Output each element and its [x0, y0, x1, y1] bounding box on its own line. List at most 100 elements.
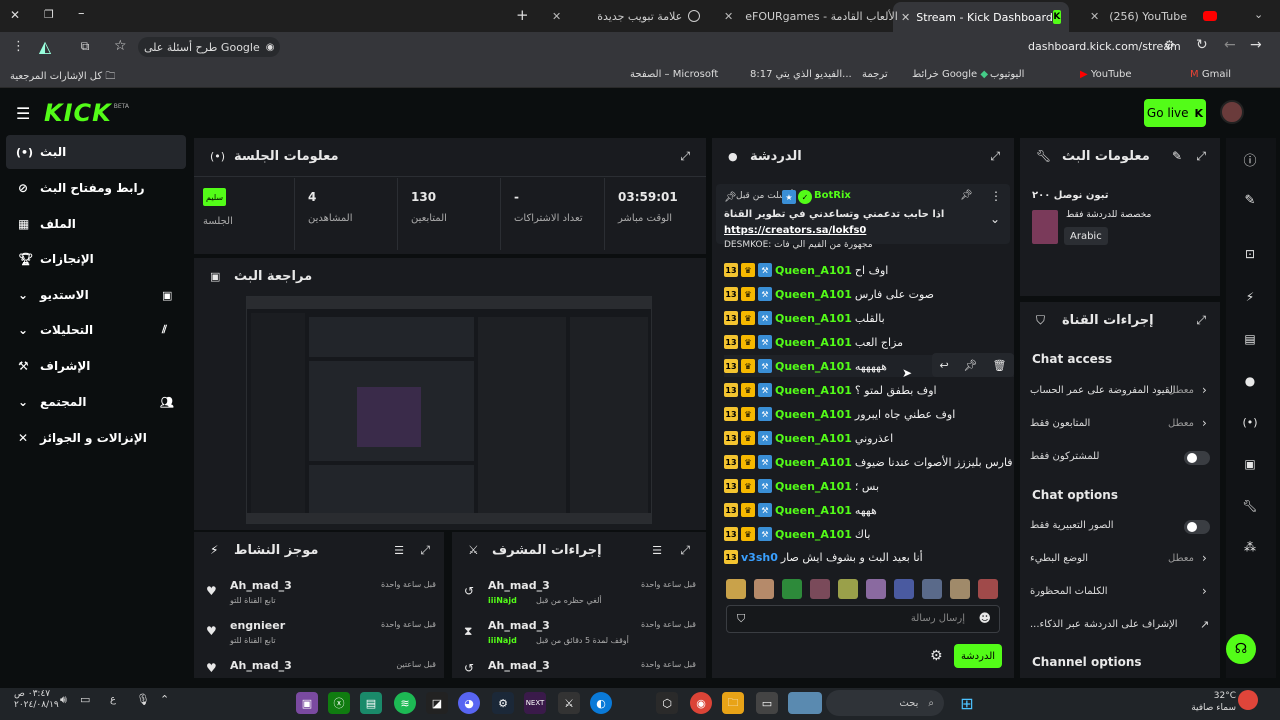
chat-username[interactable]: Queen_A101: [775, 432, 852, 445]
bookmark-star-icon[interactable]: ☆: [114, 38, 127, 54]
emote-icon[interactable]: [810, 579, 830, 599]
microphone-icon[interactable]: 🎙︎: [136, 693, 150, 706]
reload-icon[interactable]: ↻: [1196, 37, 1208, 53]
sidebar-item-analytics[interactable]: ⌄ التحليلات ⫽: [6, 313, 186, 347]
emote-icon[interactable]: [894, 579, 914, 599]
setting-row-account-age[interactable]: القيود المفروضة على عمر الحساب معطل ›: [1030, 383, 1214, 400]
chat-message[interactable]: 13 ♛ ⚒ Queen_A101 بالقلب: [724, 307, 1014, 329]
chat-message[interactable]: 13 ♛ ⚒ Queen_A101 مزاج العب: [724, 331, 1014, 353]
spotify-icon[interactable]: ≋: [394, 692, 416, 714]
chat-settings-icon[interactable]: ⚙: [930, 648, 943, 664]
emoji-icon[interactable]: ☻: [978, 611, 991, 625]
emote-icon[interactable]: [838, 579, 858, 599]
document-icon[interactable]: ▤: [1241, 330, 1259, 348]
avatar[interactable]: [1220, 100, 1244, 124]
edit-icon[interactable]: ✎: [1172, 149, 1182, 163]
taskbar-app-icon[interactable]: ◪: [426, 692, 448, 714]
emote-icon[interactable]: [978, 579, 998, 599]
xbox-icon[interactable]: ⓧ: [328, 692, 350, 714]
speaker-icon[interactable]: 🔊︎: [60, 693, 67, 707]
bookmark-maps[interactable]: خرائط Google ◆: [912, 69, 988, 80]
steam-icon[interactable]: ⚙: [492, 692, 514, 714]
reply-icon[interactable]: ↩: [939, 359, 948, 372]
chat-send-button[interactable]: الدردشة: [954, 644, 1002, 668]
next-app-icon[interactable]: NEXT: [524, 692, 546, 714]
emotes-only-toggle[interactable]: [1184, 520, 1210, 534]
chat-username[interactable]: Queen_A101: [775, 384, 852, 397]
sidebar-item-stream-key[interactable]: ⊘ رابط ومفتاح البث: [6, 171, 186, 205]
chat-username[interactable]: Queen_A101: [775, 408, 852, 421]
close-tab-icon[interactable]: ✕: [1090, 10, 1099, 23]
url-text[interactable]: dashboard.kick.com/stream: [1028, 40, 1181, 53]
expand-icon[interactable]: ⤢: [680, 149, 690, 164]
layout-icon[interactable]: ▣: [1241, 455, 1259, 473]
pinned-link[interactable]: https://creators.sa/lokfs0: [724, 225, 866, 236]
discord-icon[interactable]: ◕: [458, 692, 480, 714]
file-explorer-icon[interactable]: 🗀: [722, 692, 744, 714]
menu-dots-icon[interactable]: ⋮: [12, 39, 25, 54]
close-tab-icon[interactable]: ✕: [552, 10, 561, 23]
expand-icon[interactable]: ⤢: [1196, 313, 1206, 328]
chat-message[interactable]: 13 v3sh0 أنا بعيد البث و بشوف ايش صار: [724, 546, 1014, 568]
chat-username[interactable]: Queen_A101: [775, 504, 852, 517]
setting-row-ai-moderation[interactable]: ...الإشراف على الدردشة عبر الذكاء ↗: [1030, 618, 1214, 634]
filter-icon[interactable]: ☰: [652, 544, 662, 557]
bookmark-youtube[interactable]: ▶ YouTube: [1080, 69, 1132, 80]
emote-icon[interactable]: [726, 579, 746, 599]
sidebar-item-community[interactable]: ⌄ المجتمع 👥︎: [6, 385, 186, 419]
expand-icon[interactable]: ⤢: [420, 543, 430, 558]
chat-username[interactable]: Queen_A101: [775, 264, 852, 277]
more-options-icon[interactable]: ⋮: [990, 189, 1002, 203]
emote-icon[interactable]: [922, 579, 942, 599]
taskbar-app-icon[interactable]: ▭: [756, 692, 778, 714]
tab-new-tab[interactable]: ✕ علامة تبويب جديدة: [552, 4, 712, 28]
forward-icon[interactable]: ←: [1224, 37, 1236, 53]
setting-row-banned-words[interactable]: الكلمات المحظورة ›: [1030, 584, 1214, 601]
kick-logo[interactable]: KICK BETA: [44, 98, 129, 128]
emote-icon[interactable]: [866, 579, 886, 599]
tab-efourgames[interactable]: ✕ eFOURgames - الألعاب القادمة: [724, 4, 898, 28]
chat-bubble-icon[interactable]: ●: [1241, 372, 1259, 390]
pin-icon[interactable]: 📌︎: [964, 359, 978, 372]
tab-search-icon[interactable]: ⌄: [1254, 8, 1263, 21]
bookmark-microsoft[interactable]: الصفحة – Microsoft: [630, 69, 718, 80]
bookmark-translate[interactable]: ترجمة: [862, 69, 888, 80]
sidebar-item-drops[interactable]: ✕ الإنزالات و الجوائز: [6, 421, 186, 455]
delete-icon[interactable]: 🗑︎: [993, 359, 1007, 372]
search-highlight-icon[interactable]: [788, 692, 822, 714]
windows-start-icon[interactable]: ⊞: [956, 692, 978, 714]
google-ask-chip[interactable]: طرح أسئلة على Google ◉: [138, 37, 281, 57]
sidebar-item-profile[interactable]: ▦ الملف: [6, 207, 186, 241]
chat-message-input[interactable]: ⛉ إرسال رسالة ☻: [726, 605, 1000, 633]
chevron-up-icon[interactable]: ⌃: [160, 693, 169, 706]
clock[interactable]: ٠٣:٤٧ ص ٢٠٢٤/٠٨/١٩: [14, 689, 59, 711]
info-icon[interactable]: ⓘ: [1241, 150, 1259, 169]
chat-message[interactable]: 13 ♛ ⚒ Queen_A101 اوف بطفق لمتو ؟: [724, 379, 1014, 401]
emote-icon[interactable]: [754, 579, 774, 599]
chat-username[interactable]: Queen_A101: [775, 336, 852, 349]
chat-message[interactable]: 13 ♛ ⚒ Queen_A101 فارس بليززز الأصوات عندنا …: [724, 451, 1014, 473]
sidebar-item-stream[interactable]: (•) البث: [6, 135, 186, 169]
expand-icon[interactable]: ⤢: [1196, 149, 1206, 164]
unpin-icon[interactable]: 📌︎: [960, 190, 973, 201]
pinned-message[interactable]: 📌︎ أرسلت من قبل ★ ✓ BotRix 📌︎ ⋮ اذا حابب…: [716, 184, 1010, 244]
tab-youtube[interactable]: ✕ (256) YouTube: [1090, 4, 1240, 28]
close-tab-icon[interactable]: ✕: [724, 10, 733, 23]
taskbar-app-icon[interactable]: ▣: [296, 692, 318, 714]
chat-message[interactable]: 13 ♛ ⚒ Queen_A101 بس ؛: [724, 475, 1014, 497]
stream-preview-video[interactable]: [246, 296, 652, 524]
chat-message[interactable]: 13 ♛ ⚒ Queen_A101 باك: [724, 523, 1014, 545]
taskbar-app-icon[interactable]: ▤: [360, 692, 382, 714]
bookmark-video[interactable]: 8:17 الفيديو الذي يتي...: [750, 69, 852, 80]
support-headset-icon[interactable]: ☊: [1226, 634, 1256, 664]
chat-username[interactable]: Queen_A101: [775, 480, 852, 493]
taskbar-app-icon[interactable]: ⚔: [558, 692, 580, 714]
share-icon[interactable]: ⁂: [1241, 538, 1259, 556]
broadcast-icon[interactable]: (•): [1241, 413, 1259, 431]
close-tab-icon[interactable]: ✕: [901, 11, 910, 24]
lightning-icon[interactable]: ⚡︎: [1241, 288, 1259, 306]
sidebar-item-achievements[interactable]: 🏆︎ الإنجازات: [6, 242, 186, 276]
input-language[interactable]: ع: [110, 694, 116, 705]
restore-window-icon[interactable]: ❐: [44, 8, 54, 21]
all-bookmarks[interactable]: كل الإشارات المرجعية 🗀: [10, 69, 115, 86]
